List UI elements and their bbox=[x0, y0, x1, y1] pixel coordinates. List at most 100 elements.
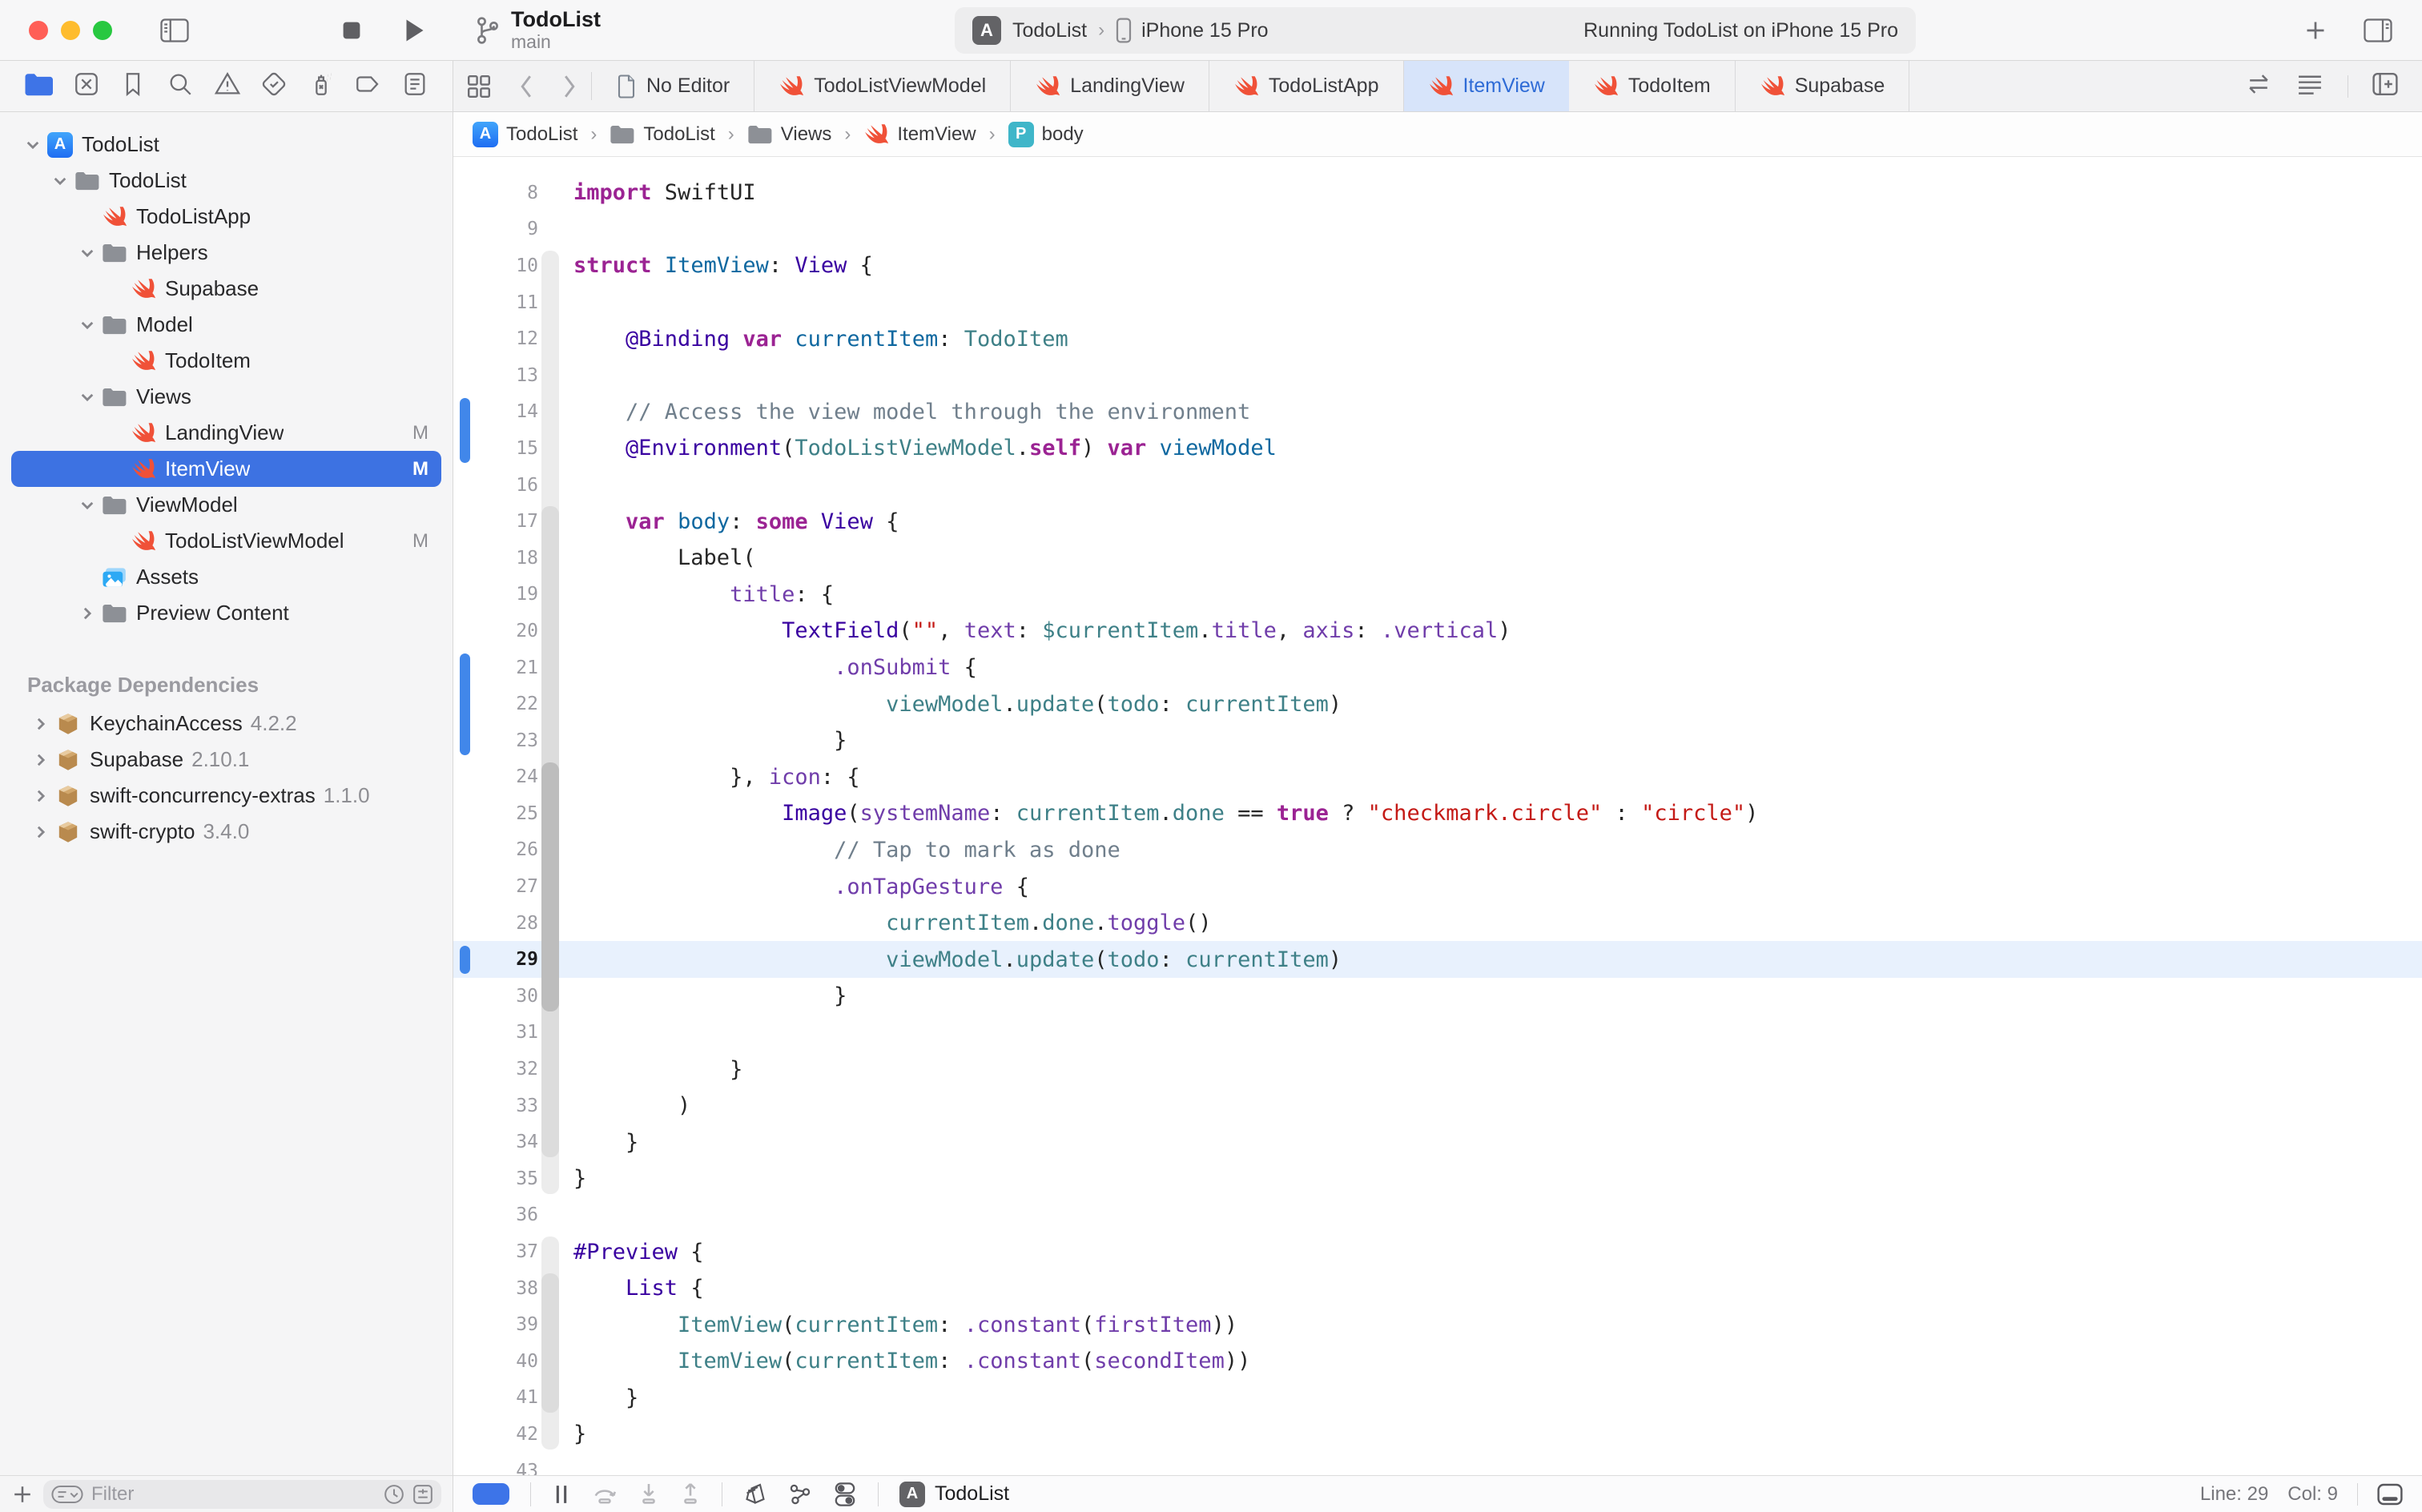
line-number[interactable]: 18 bbox=[481, 548, 538, 569]
code-line-33[interactable]: 33 ) bbox=[453, 1088, 2422, 1124]
sidebar-item-model[interactable]: Model bbox=[11, 307, 441, 343]
zoom-window-button[interactable] bbox=[93, 21, 112, 40]
line-number[interactable]: 19 bbox=[481, 584, 538, 605]
add-file-button[interactable] bbox=[11, 1483, 34, 1506]
disclosure-right-icon[interactable] bbox=[30, 715, 51, 733]
line-number[interactable]: 36 bbox=[481, 1204, 538, 1225]
sidebar-item-todolist[interactable]: TodoList bbox=[11, 163, 441, 199]
code-line-18[interactable]: 18 Label( bbox=[453, 540, 2422, 577]
breakpoints-toggle[interactable] bbox=[473, 1483, 509, 1505]
line-number[interactable]: 13 bbox=[481, 365, 538, 386]
line-number[interactable]: 25 bbox=[481, 803, 538, 824]
disclosure-right-icon[interactable] bbox=[30, 787, 51, 805]
sidebar-item-helpers[interactable]: Helpers bbox=[11, 235, 441, 271]
disclosure-right-icon[interactable] bbox=[30, 751, 51, 769]
code-line-36[interactable]: 36 bbox=[453, 1197, 2422, 1234]
line-number[interactable]: 12 bbox=[481, 328, 538, 349]
sidebar-item-viewmodel[interactable]: ViewModel bbox=[11, 487, 441, 523]
code-line-24[interactable]: 24 }, icon: { bbox=[453, 759, 2422, 796]
sidebar-item-todoitem[interactable]: TodoItem bbox=[11, 343, 441, 379]
disclosure-down-icon[interactable] bbox=[77, 316, 98, 334]
line-number[interactable]: 24 bbox=[481, 766, 538, 787]
line-number[interactable]: 31 bbox=[481, 1022, 538, 1043]
line-number[interactable]: 15 bbox=[481, 438, 538, 459]
line-number[interactable]: 37 bbox=[481, 1241, 538, 1262]
close-window-button[interactable] bbox=[29, 21, 48, 40]
line-number[interactable]: 27 bbox=[481, 876, 538, 897]
change-indicator-bar[interactable] bbox=[460, 653, 470, 755]
sidebar-item-todolistapp[interactable]: TodoListApp bbox=[11, 199, 441, 235]
line-number[interactable]: 16 bbox=[481, 475, 538, 496]
back-button[interactable] bbox=[505, 61, 548, 111]
related-items-icon[interactable] bbox=[2245, 72, 2272, 100]
tab-todolistapp[interactable]: TodoListApp bbox=[1209, 61, 1404, 111]
code-line-43[interactable]: 43 bbox=[453, 1453, 2422, 1475]
line-number[interactable]: 10 bbox=[481, 255, 538, 276]
step-out-icon[interactable] bbox=[680, 1482, 701, 1506]
toggle-debug-area-icon[interactable] bbox=[2377, 1483, 2403, 1506]
code-line-17[interactable]: 17 var body: some View { bbox=[453, 503, 2422, 540]
scheme-name[interactable]: TodoList bbox=[1012, 19, 1087, 42]
code-line-9[interactable]: 9 bbox=[453, 211, 2422, 248]
line-number[interactable]: 43 bbox=[481, 1461, 538, 1475]
code-line-15[interactable]: 15 @Environment(TodoListViewModel.self) … bbox=[453, 430, 2422, 467]
package-item-supabase[interactable]: Supabase2.10.1 bbox=[11, 742, 441, 778]
code-line-35[interactable]: 35} bbox=[453, 1160, 2422, 1197]
pause-execution-icon[interactable] bbox=[552, 1483, 571, 1506]
line-number[interactable]: 40 bbox=[481, 1351, 538, 1372]
change-indicator-bar[interactable] bbox=[460, 398, 470, 463]
navigator-bookmarks-icon[interactable] bbox=[119, 70, 147, 102]
line-number[interactable]: 20 bbox=[481, 621, 538, 641]
code-line-27[interactable]: 27 .onTapGesture { bbox=[453, 868, 2422, 905]
step-into-icon[interactable] bbox=[638, 1482, 659, 1506]
add-tab-button[interactable] bbox=[2303, 18, 2327, 42]
disclosure-down-icon[interactable] bbox=[22, 136, 43, 154]
code-line-31[interactable]: 31 bbox=[453, 1015, 2422, 1052]
memory-graph-icon[interactable] bbox=[788, 1482, 812, 1506]
code-line-39[interactable]: 39 ItemView(currentItem: .constant(first… bbox=[453, 1306, 2422, 1343]
line-number[interactable]: 23 bbox=[481, 730, 538, 751]
code-line-38[interactable]: 38 List { bbox=[453, 1270, 2422, 1307]
code-line-14[interactable]: 14 // Access the view model through the … bbox=[453, 394, 2422, 431]
running-process[interactable]: A TodoList bbox=[899, 1482, 1009, 1507]
code-line-13[interactable]: 13 bbox=[453, 357, 2422, 394]
line-number[interactable]: 26 bbox=[481, 839, 538, 860]
adjust-editor-icon[interactable] bbox=[2296, 72, 2323, 100]
breadcrumb-item-views[interactable]: Views bbox=[747, 123, 832, 146]
code-line-11[interactable]: 11 bbox=[453, 284, 2422, 321]
code-line-22[interactable]: 22 viewModel.update(todo: currentItem) bbox=[453, 686, 2422, 722]
tab-todolistviewmodel[interactable]: TodoListViewModel bbox=[754, 61, 1011, 111]
code-line-26[interactable]: 26 // Tap to mark as done bbox=[453, 832, 2422, 869]
sidebar-item-itemview[interactable]: ItemViewM bbox=[11, 451, 441, 487]
line-number[interactable]: 39 bbox=[481, 1314, 538, 1335]
line-number[interactable]: 8 bbox=[481, 183, 538, 203]
step-over-icon[interactable] bbox=[592, 1482, 618, 1506]
breadcrumb-item-todolist[interactable]: ATodoList bbox=[473, 122, 577, 147]
navigator-debug-icon[interactable] bbox=[308, 70, 335, 102]
code-line-41[interactable]: 41 } bbox=[453, 1380, 2422, 1417]
line-number[interactable]: 33 bbox=[481, 1096, 538, 1116]
code-line-37[interactable]: 37#Preview { bbox=[453, 1233, 2422, 1270]
code-line-20[interactable]: 20 TextField("", text: $currentItem.titl… bbox=[453, 613, 2422, 649]
tab-supabase[interactable]: Supabase bbox=[1736, 61, 1910, 111]
disclosure-down-icon[interactable] bbox=[77, 388, 98, 406]
disclosure-down-icon[interactable] bbox=[50, 172, 70, 190]
package-item-swift-crypto[interactable]: swift-crypto3.4.0 bbox=[11, 814, 441, 850]
line-number[interactable]: 28 bbox=[481, 913, 538, 934]
code-line-12[interactable]: 12 @Binding var currentItem: TodoItem bbox=[453, 320, 2422, 357]
code-line-32[interactable]: 32 } bbox=[453, 1051, 2422, 1088]
navigator-reports-icon[interactable] bbox=[401, 70, 428, 102]
code-line-8[interactable]: 8import SwiftUI bbox=[453, 175, 2422, 211]
line-number[interactable]: 9 bbox=[481, 219, 538, 239]
minimize-window-button[interactable] bbox=[61, 21, 80, 40]
breadcrumb-item-body[interactable]: Pbody bbox=[1008, 122, 1084, 147]
disclosure-down-icon[interactable] bbox=[77, 244, 98, 262]
stop-button[interactable] bbox=[341, 20, 362, 41]
line-number[interactable]: 30 bbox=[481, 986, 538, 1007]
recent-files-icon[interactable] bbox=[384, 1484, 404, 1505]
view-hierarchy-icon[interactable] bbox=[743, 1482, 767, 1506]
line-number[interactable]: 34 bbox=[481, 1132, 538, 1152]
disclosure-right-icon[interactable] bbox=[30, 823, 51, 841]
navigator-find-icon[interactable] bbox=[167, 70, 194, 102]
code-area[interactable]: 8import SwiftUI910struct ItemView: View … bbox=[453, 157, 2422, 1475]
